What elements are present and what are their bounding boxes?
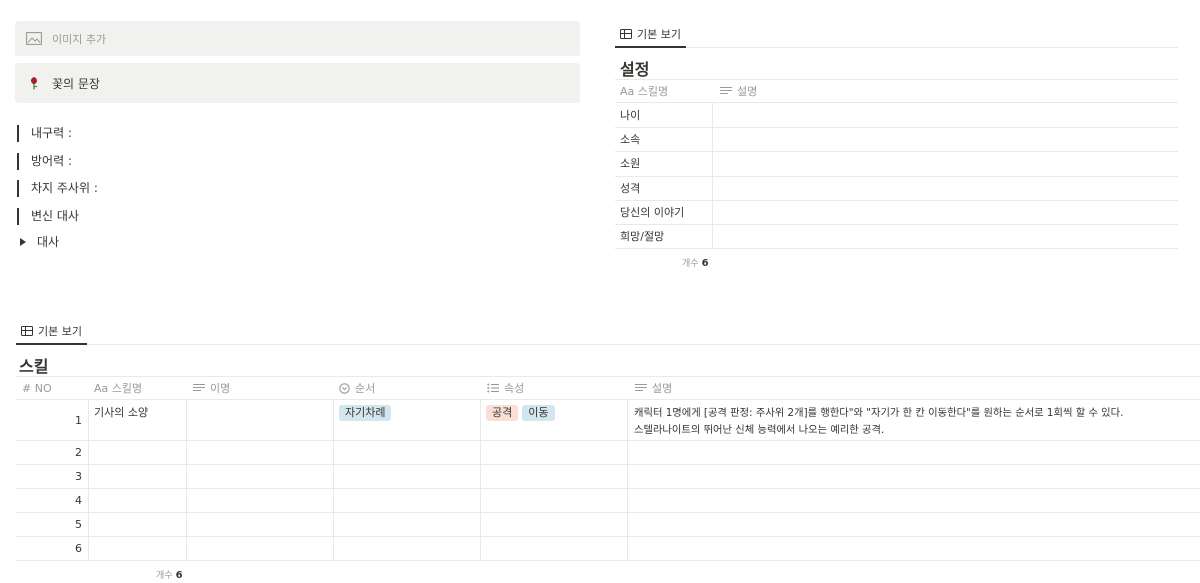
settings-count-value: 6	[701, 258, 709, 269]
skills-header-order-label: 순서	[355, 382, 376, 395]
settings-row-line	[615, 200, 1178, 201]
skills-db-title: 스킬	[19, 357, 49, 376]
skills-row-desc-line1[interactable]: 캐릭터 1명에게 [공격 판정: 주사위 2개]를 행한다"와 "자기가 한 칸…	[634, 404, 1123, 419]
skills-view-tab-label: 기본 보기	[38, 325, 82, 338]
settings-row-name[interactable]: 희망/절망	[620, 228, 664, 244]
skills-header-name-label: Aa 스킬명	[94, 382, 143, 395]
table-icon	[21, 326, 33, 336]
skills-header-no[interactable]: # NO	[22, 379, 52, 397]
skills-row-desc-line2[interactable]: 스텔라나이트의 뛰어난 신체 능력에서 나오는 예리한 공격.	[634, 421, 884, 436]
settings-header-name-label: Aa 스킬명	[620, 85, 669, 98]
order-tag: 자기차례	[339, 405, 392, 421]
settings-view-tab-label: 기본 보기	[637, 28, 681, 41]
skills-row-line	[16, 488, 1200, 489]
add-image-button[interactable]: 이미지 추가	[15, 21, 580, 56]
skills-header-desc[interactable]: 설명	[635, 379, 672, 397]
skills-tab-underline	[16, 343, 87, 345]
lines-icon	[635, 383, 647, 393]
callout-flower: 꽃의 문장	[15, 63, 580, 103]
toggle-label: 대사	[37, 235, 60, 249]
toggle-lines[interactable]: 대사	[20, 234, 59, 250]
settings-view-tab[interactable]: 기본 보기	[620, 24, 681, 44]
quote-charge-dice[interactable]: 차지 주사위 :	[17, 180, 98, 197]
skills-row-line	[16, 512, 1200, 513]
settings-header-desc[interactable]: 설명	[720, 82, 757, 100]
skills-view-tab[interactable]: 기본 보기	[21, 321, 82, 341]
skills-count: 개수 6	[156, 568, 183, 581]
skills-tab-divider	[87, 344, 1200, 345]
settings-count: 개수 6	[682, 256, 709, 269]
skills-row-attrs[interactable]: 공격 이동	[486, 405, 559, 421]
add-image-label: 이미지 추가	[52, 32, 107, 46]
settings-row-line	[615, 127, 1178, 128]
skills-row-no: 4	[75, 493, 82, 507]
skills-row-no: 1	[75, 413, 82, 427]
settings-header-name[interactable]: Aa 스킬명	[620, 82, 668, 100]
attr-tag-move: 이동	[522, 405, 555, 421]
skills-count-label: 개수	[156, 571, 173, 581]
table-icon	[620, 29, 632, 39]
clock-icon	[339, 382, 350, 394]
quote-defense[interactable]: 방어력 :	[17, 153, 72, 170]
settings-tab-underline	[615, 46, 686, 48]
skills-header-attr[interactable]: 속성	[487, 379, 524, 397]
skills-row-order[interactable]: 자기차례	[339, 405, 395, 421]
skills-header-top-line	[16, 376, 1200, 377]
settings-row-line	[615, 151, 1178, 152]
image-icon	[26, 32, 42, 46]
rose-icon	[26, 76, 42, 90]
settings-header-desc-label: 설명	[737, 85, 758, 98]
caret-right-icon[interactable]	[20, 238, 26, 246]
lines-icon	[720, 86, 732, 96]
settings-db-title: 설정	[620, 60, 650, 79]
skills-row-line	[16, 464, 1200, 465]
settings-row-name[interactable]: 성격	[620, 180, 640, 196]
skills-row-name[interactable]: 기사의 소양	[94, 404, 148, 420]
skills-row-line	[16, 536, 1200, 537]
settings-tab-divider	[686, 47, 1178, 48]
settings-row-name[interactable]: 당신의 이야기	[620, 204, 684, 220]
skills-header-bottom-line	[16, 399, 1200, 400]
skills-row-no: 5	[75, 517, 82, 531]
skills-row-line	[16, 560, 1200, 561]
settings-count-label: 개수	[682, 259, 699, 269]
settings-header-bottom-line	[615, 102, 1178, 103]
skills-row-no: 2	[75, 445, 82, 459]
skills-header-alias[interactable]: 이명	[193, 379, 230, 397]
skills-row-no: 3	[75, 469, 82, 483]
settings-row-line	[615, 176, 1178, 177]
skills-header-no-label: # NO	[22, 381, 52, 395]
settings-row-name[interactable]: 나이	[620, 107, 640, 123]
settings-col-divider	[712, 102, 713, 248]
skills-header-order[interactable]: 순서	[339, 379, 375, 397]
settings-row-line	[615, 248, 1178, 249]
settings-row-name[interactable]: 소원	[620, 155, 640, 171]
skills-row-line	[16, 440, 1200, 441]
skills-row-no: 6	[75, 541, 82, 555]
lines-icon	[193, 383, 205, 393]
list-icon	[487, 383, 499, 393]
skills-header-attr-label: 속성	[504, 382, 525, 395]
attr-tag-attack: 공격	[486, 405, 519, 421]
quote-transform-line[interactable]: 변신 대사	[17, 208, 79, 225]
skills-header-alias-label: 이명	[210, 382, 231, 395]
skills-header-desc-label: 설명	[652, 382, 673, 395]
settings-row-name[interactable]: 소속	[620, 131, 640, 147]
skills-header-name[interactable]: Aa 스킬명	[94, 379, 142, 397]
skills-count-value: 6	[175, 570, 183, 581]
settings-row-line	[615, 224, 1178, 225]
settings-header-top-line	[615, 79, 1178, 80]
callout-text: 꽃의 문장	[52, 76, 100, 91]
quote-durability[interactable]: 내구력 :	[17, 125, 72, 142]
